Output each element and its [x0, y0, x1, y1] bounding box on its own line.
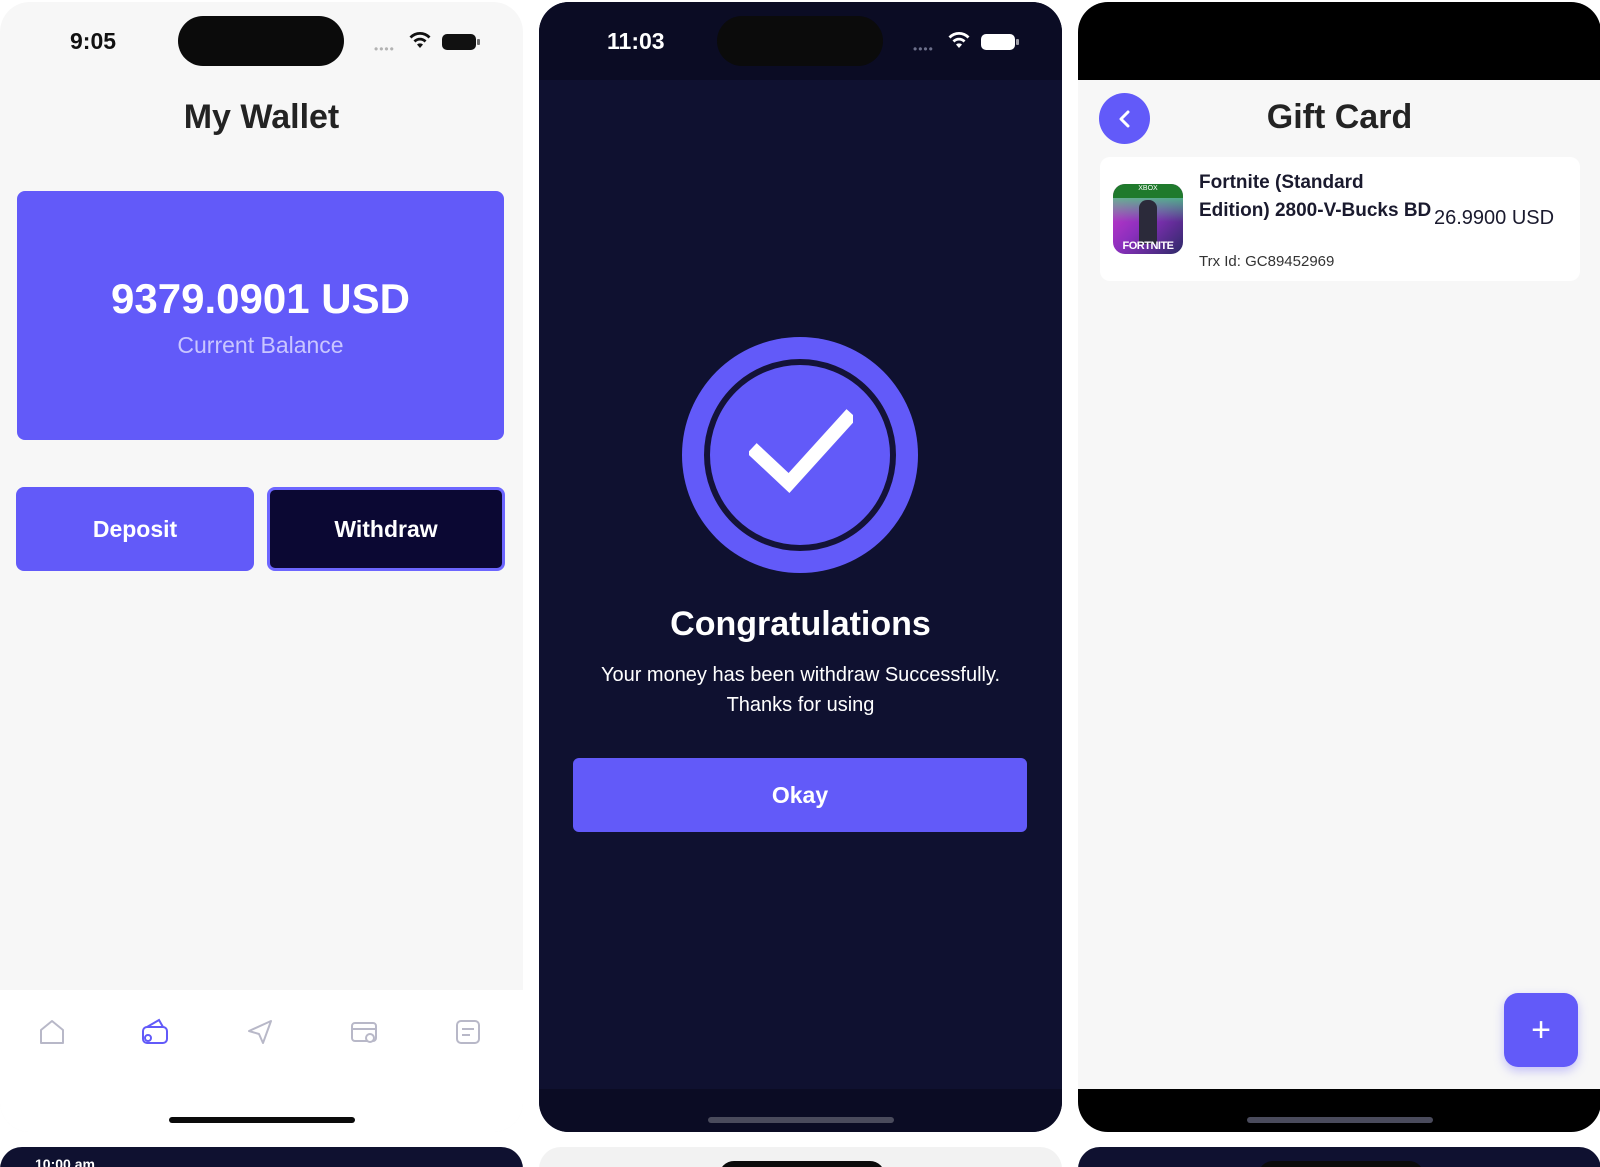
gift-card-name: Fortnite (Standard Edition) 2800-V-Bucks…: [1199, 172, 1432, 221]
battery-icon: [442, 34, 480, 50]
bottom-bar: [539, 1089, 1062, 1132]
checkmark-icon: [749, 409, 853, 493]
dynamic-island: [178, 16, 344, 66]
deposit-button[interactable]: Deposit: [16, 487, 254, 571]
battery-icon: [981, 34, 1019, 50]
status-time: 9:05: [70, 28, 117, 54]
bottom-tab-bar: [0, 990, 523, 1132]
signal-icon: ••••: [913, 42, 934, 56]
success-screen: 11:03 •••• Congratulations Your money ha…: [539, 2, 1062, 1132]
dynamic-island: [719, 1161, 885, 1167]
home-indicator: [1247, 1117, 1433, 1123]
dynamic-island: [1258, 1161, 1424, 1167]
dynamic-island: [717, 16, 883, 66]
success-badge: [682, 337, 918, 573]
peek-screen-left: 10:00 am: [0, 1147, 523, 1167]
wifi-icon: [948, 32, 970, 48]
gift-card-row[interactable]: XBOX FORTNITE Fortnite (Standard Edition…: [1100, 157, 1580, 281]
peek-status-time: 10:00 am: [35, 1156, 95, 1167]
notes-icon[interactable]: [452, 1016, 484, 1048]
send-icon[interactable]: [244, 1016, 276, 1048]
add-gift-card-button[interactable]: +: [1504, 993, 1578, 1067]
withdraw-button[interactable]: Withdraw: [267, 487, 505, 571]
gift-card-trx-id: Trx Id: GC89452969: [1199, 253, 1335, 270]
peek-screen-middle: [539, 1147, 1062, 1167]
congrats-message: Your money has been withdraw Successfull…: [539, 660, 1062, 720]
bottom-bar: [1078, 1089, 1600, 1132]
status-bar: [1078, 2, 1600, 80]
congrats-message-line2: Thanks for using: [726, 694, 875, 716]
wallet-icon[interactable]: [139, 1016, 171, 1048]
card-icon[interactable]: [348, 1016, 380, 1048]
status-time: 11:03: [607, 28, 665, 54]
balance-card: 9379.0901 USD Current Balance: [17, 191, 504, 440]
home-icon[interactable]: [36, 1016, 68, 1048]
gift-card-price: 26.9900 USD: [1434, 207, 1555, 229]
fortnite-logo: FORTNITE: [1122, 240, 1175, 252]
page-title: My Wallet: [183, 98, 340, 136]
character-figure: [1139, 200, 1157, 244]
congrats-title: Congratulations: [670, 605, 931, 643]
wifi-icon: [409, 32, 431, 48]
peek-screen-right: [1078, 1147, 1600, 1167]
congrats-message-line1: Your money has been withdraw Successfull…: [600, 664, 1001, 686]
okay-button[interactable]: Okay: [573, 758, 1027, 832]
wallet-screen: 9:05 •••• My Wallet 9379.0901 USD Curren…: [0, 2, 523, 1132]
signal-icon: ••••: [374, 42, 395, 56]
fortnite-thumbnail: XBOX FORTNITE: [1113, 184, 1183, 254]
home-indicator: [169, 1117, 355, 1123]
balance-caption: Current Balance: [177, 332, 344, 358]
gift-card-screen: Gift Card XBOX FORTNITE Fortnite (Standa…: [1078, 2, 1600, 1132]
home-indicator: [708, 1117, 894, 1123]
xbox-logo: XBOX: [1138, 185, 1158, 192]
balance-amount: 9379.0901 USD: [111, 275, 410, 322]
page-title: Gift Card: [1266, 98, 1413, 136]
